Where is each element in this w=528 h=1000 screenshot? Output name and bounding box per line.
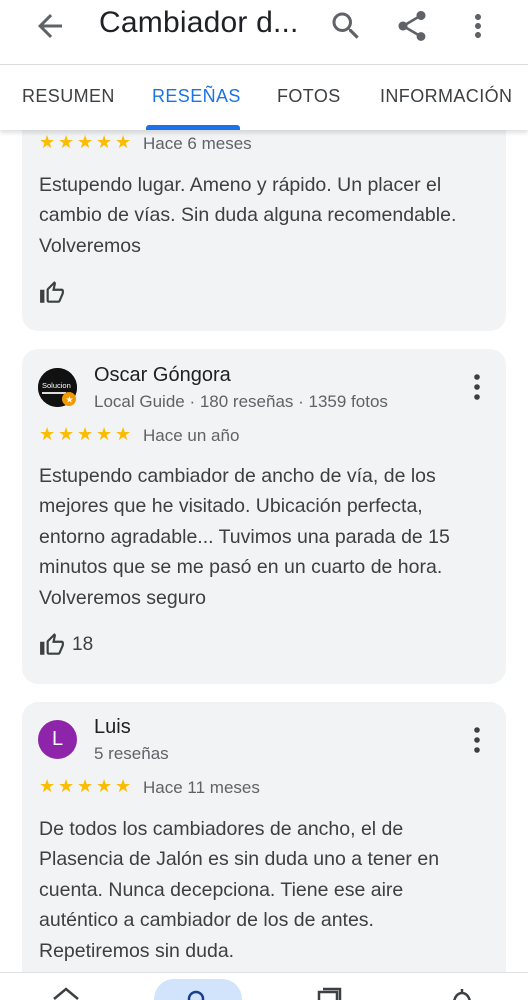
review-author[interactable]: Luis bbox=[94, 716, 131, 739]
review-text-line: Repetiremos sin duda. bbox=[39, 939, 235, 962]
top-app-bar: Cambiador d... bbox=[0, 0, 528, 52]
search-icon[interactable] bbox=[328, 8, 364, 44]
review-date: Hace un año bbox=[143, 426, 240, 445]
svg-text:★: ★ bbox=[66, 396, 74, 406]
review-date: Hace 6 meses bbox=[143, 134, 252, 153]
active-tab-indicator bbox=[146, 125, 240, 130]
review-card: ★ ★ ★ ★ ★ Hace 6 meses Estupendo lugar. … bbox=[22, 110, 506, 331]
star-icon: ★ bbox=[77, 424, 94, 444]
avatar-logo: Solucion ★ bbox=[38, 368, 77, 407]
review-text-line: cuenta. Nunca decepciona. Tiene ese aire bbox=[39, 878, 404, 901]
star-icon: ★ bbox=[77, 132, 94, 152]
review-text-line: Plasencia de Jalón es sin duda uno a ten… bbox=[39, 848, 440, 871]
star-icon: ★ bbox=[39, 132, 56, 152]
avatar[interactable]: L bbox=[38, 720, 77, 759]
star-icon: ★ bbox=[115, 424, 132, 444]
review-text-line: Estupendo lugar. Ameno y rápido. Un plac… bbox=[39, 174, 442, 196]
star-icon: ★ bbox=[39, 424, 56, 444]
review-card: Solucion ★ Oscar Góngora Local Guide · 1… bbox=[22, 349, 506, 684]
back-arrow-icon[interactable] bbox=[32, 8, 68, 44]
tab-bar: RESUMEN RESEÑAS FOTOS INFORMACIÓN bbox=[0, 64, 528, 130]
star-rating: ★ ★ ★ ★ ★ bbox=[39, 424, 132, 446]
star-icon: ★ bbox=[39, 776, 56, 796]
review-text-line: entorno agradable... Tuvimos una parada … bbox=[39, 525, 450, 548]
author-meta: Local Guide · 180 reseñas · 1359 fotos bbox=[94, 392, 388, 411]
star-icon: ★ bbox=[96, 132, 113, 152]
tab-resenas[interactable]: RESEÑAS bbox=[152, 86, 241, 107]
place-title: Cambiador d... bbox=[99, 6, 299, 39]
saved-icon[interactable] bbox=[316, 987, 342, 1000]
review-text: De todos los cambiadores de ancho, el de… bbox=[39, 814, 491, 966]
review-author[interactable]: Oscar Góngora bbox=[94, 364, 231, 387]
review-text-line: Volveremos bbox=[39, 234, 141, 257]
review-text-line: auténtico a cambiador de los de antes. bbox=[39, 909, 374, 932]
star-rating: ★ ★ ★ ★ ★ bbox=[39, 132, 132, 154]
review-text-line: Volveremos seguro bbox=[39, 586, 206, 609]
more-vert-icon[interactable] bbox=[472, 373, 482, 401]
tab-informacion[interactable]: INFORMACIÓN bbox=[380, 86, 512, 107]
search-icon[interactable] bbox=[184, 987, 208, 1000]
review-text: Estupendo cambiador de ancho de vía, de … bbox=[39, 461, 491, 613]
like-count: 18 bbox=[72, 634, 94, 655]
star-icon: ★ bbox=[96, 424, 113, 444]
star-icon: ★ bbox=[58, 132, 75, 152]
review-text-line: cambio de vías. Sin duda alguna recomend… bbox=[39, 204, 457, 227]
more-vert-icon[interactable] bbox=[472, 726, 482, 754]
review-text: Estupendo lugar. Ameno y rápido. Un plac… bbox=[39, 170, 491, 261]
tab-resumen[interactable]: RESUMEN bbox=[22, 86, 115, 107]
review-text-line: mejores que he visitado. Ubicación perfe… bbox=[39, 495, 423, 518]
star-icon: ★ bbox=[115, 132, 132, 152]
thumbs-up-icon[interactable] bbox=[38, 632, 66, 658]
avatar[interactable]: Solucion ★ bbox=[38, 368, 77, 407]
star-icon: ★ bbox=[58, 424, 75, 444]
star-icon: ★ bbox=[96, 776, 113, 796]
avatar-text: Solucion bbox=[42, 381, 71, 390]
review-date: Hace 11 meses bbox=[143, 778, 260, 797]
author-meta: 5 reseñas bbox=[94, 744, 169, 763]
review-card: L Luis 5 reseñas ★ ★ ★ ★ ★ Hace 11 meses… bbox=[22, 702, 506, 1000]
bottom-navigation bbox=[0, 972, 528, 1000]
review-text-line: Estupendo cambiador de ancho de vía, de … bbox=[39, 465, 436, 487]
star-icon: ★ bbox=[115, 776, 132, 796]
home-icon[interactable] bbox=[52, 987, 80, 1000]
share-icon[interactable] bbox=[394, 8, 430, 44]
star-icon: ★ bbox=[77, 776, 94, 796]
tab-fotos[interactable]: FOTOS bbox=[277, 86, 341, 107]
thumbs-up-icon[interactable] bbox=[38, 280, 66, 306]
more-vert-icon[interactable] bbox=[460, 8, 496, 44]
review-text-line: De todos los cambiadores de ancho, el de bbox=[39, 818, 404, 840]
updates-icon[interactable] bbox=[450, 987, 474, 1000]
star-rating: ★ ★ ★ ★ ★ bbox=[39, 776, 132, 798]
review-text-line: minutos que se me pasó en un cuarto de h… bbox=[39, 556, 443, 579]
star-icon: ★ bbox=[58, 776, 75, 796]
